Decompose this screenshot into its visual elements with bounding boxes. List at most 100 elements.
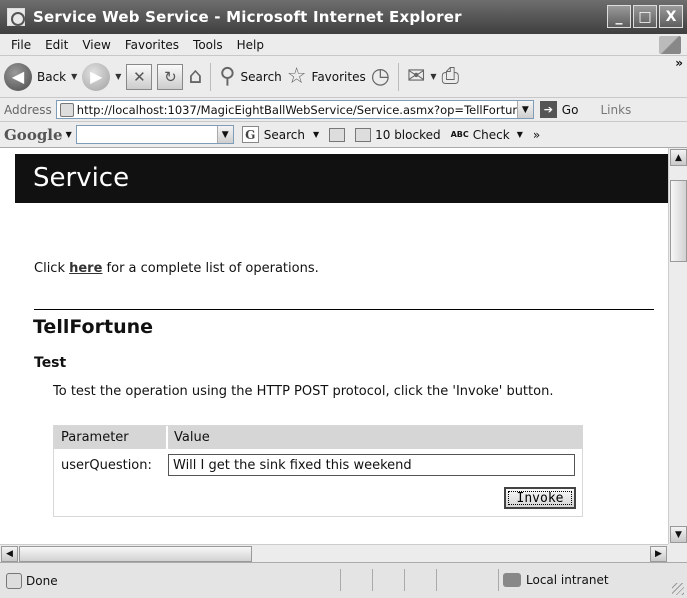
- links-label[interactable]: Links: [600, 103, 631, 117]
- toolbar-separator: [397, 62, 399, 91]
- horizontal-scroll-thumb[interactable]: [19, 546, 252, 562]
- print-icon[interactable]: ⎙: [442, 64, 460, 89]
- status-panels: [340, 569, 468, 591]
- address-bar: Address http://localhost:1037/MagicEight…: [0, 98, 687, 122]
- user-question-input[interactable]: [168, 454, 575, 476]
- back-dropdown-icon[interactable]: ▼: [71, 72, 77, 81]
- google-news-button[interactable]: [329, 127, 346, 142]
- go-label: Go: [561, 102, 579, 117]
- menu-favorites[interactable]: Favorites: [118, 38, 186, 52]
- google-toolbar-more[interactable]: »: [533, 128, 540, 142]
- page-viewport: Service Click here for a complete list o…: [0, 148, 668, 544]
- google-toolbar: Google ▼ ▼ G Search ▼ 10 blocked ABC Che…: [0, 122, 687, 148]
- security-zone: Local intranet: [498, 569, 609, 591]
- operation-title: TellFortune: [33, 316, 154, 338]
- status-panel: [340, 569, 372, 591]
- history-icon[interactable]: ◷: [371, 64, 390, 89]
- table-row: userQuestion:: [54, 449, 582, 481]
- windows-logo-icon: [659, 36, 681, 54]
- popup-blocker-button[interactable]: 10 blocked: [355, 127, 441, 142]
- google-menu-dropdown-icon[interactable]: ▼: [66, 130, 72, 139]
- horizontal-scrollbar[interactable]: ◀ ▶: [0, 544, 668, 562]
- maximize-button[interactable]: □: [633, 5, 657, 28]
- google-search-options-icon: ▼: [312, 130, 320, 139]
- parameter-name: userQuestion:: [61, 457, 152, 473]
- vertical-scrollbar[interactable]: ▲ ▼: [668, 148, 687, 544]
- address-field[interactable]: http://localhost:1037/MagicEightBallWebS…: [55, 100, 534, 119]
- status-panel: [436, 569, 468, 591]
- parameter-column-header: Parameter: [54, 426, 168, 449]
- popup-blocked-label: 10 blocked: [375, 127, 441, 142]
- window-controls: _ □ X: [607, 5, 683, 28]
- address-url[interactable]: http://localhost:1037/MagicEightBallWebS…: [77, 103, 527, 117]
- scrollbar-corner: [668, 544, 687, 562]
- menu-file[interactable]: File: [4, 38, 38, 52]
- address-label: Address: [4, 102, 52, 117]
- intro-text: Click here for a complete list of operat…: [34, 261, 319, 276]
- popup-blocked-icon: [355, 127, 372, 142]
- status-panel: [372, 569, 404, 591]
- status-bar: Done Local intranet: [0, 562, 687, 598]
- google-search-button[interactable]: G Search ▼: [241, 126, 320, 143]
- toolbar-separator: [210, 62, 212, 91]
- back-arrow-icon[interactable]: ◀: [4, 62, 32, 91]
- close-button[interactable]: X: [659, 5, 683, 28]
- search-button-label[interactable]: Search: [241, 70, 282, 84]
- parameter-table-header: Parameter Value: [54, 426, 582, 449]
- forward-dropdown-icon[interactable]: ▼: [115, 72, 121, 81]
- spellcheck-abc-icon: ABC: [450, 129, 469, 139]
- mail-icon[interactable]: ✉: [407, 64, 425, 89]
- intro-text-after: for a complete list of operations.: [102, 261, 319, 276]
- internet-explorer-icon: [7, 8, 25, 26]
- operations-list-link[interactable]: here: [69, 261, 102, 276]
- scroll-right-arrow-icon[interactable]: ▶: [650, 546, 667, 562]
- google-logo[interactable]: Google: [4, 126, 63, 144]
- scroll-left-arrow-icon[interactable]: ◀: [1, 546, 18, 562]
- home-icon[interactable]: ⌂: [188, 64, 202, 89]
- zone-label: Local intranet: [526, 573, 609, 587]
- invoke-row: Invoke: [504, 487, 576, 509]
- check-dropdown-icon: ▼: [516, 130, 523, 139]
- status-text: Done: [26, 573, 58, 588]
- vertical-scroll-thumb[interactable]: [670, 180, 687, 262]
- refresh-icon[interactable]: ↻: [157, 63, 184, 90]
- favorites-star-icon[interactable]: ☆: [287, 64, 307, 89]
- news-icon: [329, 127, 346, 142]
- value-column-header: Value: [174, 430, 210, 445]
- standard-toolbar: ◀ Back ▼ ▶ ▼ ✕ ↻ ⌂ ⚲ Search ☆ Favorites …: [0, 56, 687, 98]
- invoke-button[interactable]: Invoke: [504, 487, 576, 509]
- check-label: Check: [472, 127, 510, 142]
- scroll-down-arrow-icon[interactable]: ▼: [670, 526, 687, 543]
- stop-icon[interactable]: ✕: [126, 63, 153, 90]
- parameter-table: Parameter Value userQuestion: Invoke: [53, 425, 583, 517]
- local-intranet-icon: [503, 573, 521, 587]
- google-g-icon: G: [241, 126, 259, 143]
- mail-dropdown-icon[interactable]: ▼: [430, 72, 436, 81]
- address-dropdown-icon[interactable]: ▼: [516, 101, 533, 118]
- divider: [34, 309, 654, 310]
- scroll-up-arrow-icon[interactable]: ▲: [670, 149, 687, 166]
- go-button[interactable]: ➔ Go: [539, 101, 579, 118]
- test-description: To test the operation using the HTTP POS…: [53, 384, 554, 399]
- status-panel: [404, 569, 436, 591]
- menu-edit[interactable]: Edit: [38, 38, 75, 52]
- page-header: Service: [15, 154, 668, 203]
- page-done-icon: [6, 572, 22, 589]
- menu-view[interactable]: View: [75, 38, 117, 52]
- search-icon[interactable]: ⚲: [219, 64, 235, 89]
- google-search-label: Search: [263, 127, 305, 142]
- minimize-button[interactable]: _: [607, 5, 631, 28]
- resize-grip-icon[interactable]: [672, 583, 684, 595]
- favorites-button-label[interactable]: Favorites: [312, 70, 366, 84]
- spell-check-button[interactable]: ABC Check ▼: [451, 128, 523, 142]
- menu-tools[interactable]: Tools: [186, 38, 230, 52]
- toolbar-more-chevron[interactable]: »: [675, 56, 683, 70]
- forward-arrow-icon[interactable]: ▶: [82, 62, 111, 91]
- menu-help[interactable]: Help: [230, 38, 271, 52]
- window-title: Service Web Service - Microsoft Internet…: [33, 8, 462, 26]
- back-button-label[interactable]: Back: [37, 70, 66, 84]
- test-heading: Test: [34, 355, 67, 371]
- menu-bar: File Edit View Favorites Tools Help: [0, 34, 687, 56]
- google-search-dropdown-icon[interactable]: ▼: [216, 126, 233, 143]
- google-search-input[interactable]: ▼: [75, 125, 234, 144]
